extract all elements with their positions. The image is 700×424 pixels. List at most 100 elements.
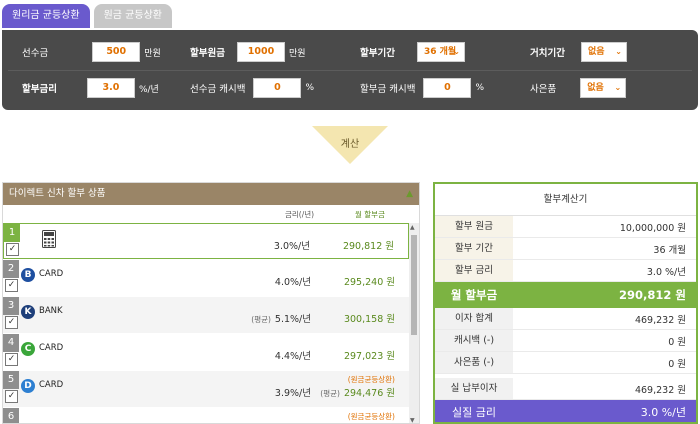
table-row[interactable]: 3 ✓ K BANK (평균) 5.1%/년 300,158 원 [3, 297, 409, 333]
col-monthly-header: 월 할부금 [355, 210, 385, 219]
row-monthly: 297,023 원 [343, 351, 395, 362]
row-monthly: 290,812 원 [342, 241, 394, 252]
summary-row: 이자 합계 469,232 원 [435, 308, 696, 330]
row-checkbox[interactable]: ✓ [5, 316, 18, 329]
row-monthly: 295,240 원 [343, 277, 395, 288]
summary-label: 이자 합계 [435, 308, 513, 329]
advance-cashback-input[interactable]: 0 [253, 78, 302, 98]
summary-title: 할부계산기 [435, 184, 696, 216]
row-number: 2 [3, 260, 19, 278]
row-checkbox[interactable]: ✓ [5, 279, 18, 292]
calculate-label: 계산 [340, 139, 360, 150]
chevron-down-icon: ⌄ [614, 83, 622, 92]
summary-row: 캐시백 (-) 0 원 [435, 330, 696, 352]
summary-row: 사은품 (-) 0 원 [435, 352, 696, 374]
summary-value: 3.0 %/년 [646, 266, 686, 278]
bank-logo-icon: K [21, 305, 35, 319]
row-number: 1 [4, 224, 20, 242]
summary-label: 할부 기간 [435, 238, 513, 259]
chevron-down-icon: ⌄ [453, 47, 460, 56]
row-number: 4 [3, 334, 19, 352]
gift-value: 없음 [587, 83, 604, 93]
principal-input[interactable]: 1000 [236, 42, 285, 62]
summary-label: 실 납부이자 [435, 378, 513, 399]
summary-value: 469,232 원 [634, 384, 686, 396]
advance-cashback-label: 선수금 캐시백 [190, 84, 246, 95]
row-rate: 3.9%/년 [274, 388, 311, 399]
grace-select[interactable]: 없음 ⌄ [580, 42, 627, 62]
row-avg-note: (평균) [251, 315, 271, 324]
summary-row: 할부 금리 3.0 %/년 [435, 260, 696, 282]
summary-label: 캐시백 (-) [435, 330, 513, 351]
row-monthly-value: 294,476 원 [343, 388, 395, 399]
input-panel: 선수금 500 만원 할부원금 1000 만원 할부기간 36 개월 ⌄ 거치기간… [2, 30, 698, 110]
row-name: CARD [39, 269, 64, 279]
summary-value: 10,000,000 원 [619, 222, 686, 234]
row-number: 5 [3, 371, 19, 389]
table-row[interactable]: 2 ✓ B CARD 4.0%/년 295,240 원 [3, 260, 409, 296]
principal-label: 할부원금 [190, 48, 225, 59]
summary-value: 0 원 [668, 358, 686, 370]
table-row[interactable]: 4 ✓ C CARD 4.4%/년 297,023 원 [3, 334, 409, 370]
rate-unit: %/년 [138, 84, 159, 95]
calculate-button[interactable]: 계산 [312, 126, 388, 164]
tab-equal-principal[interactable]: 원금 균등상환 [93, 4, 172, 28]
real-rate-value: 3.0 %/년 [640, 406, 686, 419]
chevron-down-icon: ⌄ [615, 47, 622, 56]
calculator-summary: 할부계산기 할부 원금 10,000,000 원 할부 기간 36 개월 할부 금리… [433, 182, 698, 424]
row-monthly: (평균) 294,476 원 [320, 385, 395, 399]
summary-value: 0 원 [668, 336, 686, 348]
summary-row: 할부 기간 36 개월 [435, 238, 696, 260]
table-row[interactable]: 5 ✓ D CARD 3.9%/년 (원금균등상환) (평균) 294,476 원 [3, 371, 409, 407]
calculator-icon [42, 230, 56, 248]
advance-input[interactable]: 500 [92, 42, 141, 62]
summary-label: 사은품 (-) [435, 352, 513, 373]
row-name: CARD [39, 343, 64, 353]
summary-row: 실 납부이자 469,232 원 [435, 378, 696, 400]
row-checkbox[interactable]: ✓ [5, 390, 18, 403]
installment-cashback-unit: % [475, 83, 485, 93]
product-list-header: 다이렉트 신차 할부 상품 ▲ [3, 183, 419, 205]
row-number: 3 [3, 297, 19, 315]
row-checkbox[interactable]: ✓ [5, 353, 18, 366]
row-name: BANK [39, 306, 63, 316]
product-list-title: 다이렉트 신차 할부 상품 [9, 188, 106, 199]
tab-equal-payment[interactable]: 원리금 균등상환 [2, 4, 90, 28]
monthly-payment-label: 월 할부금 [450, 288, 498, 302]
summary-value: 469,232 원 [634, 314, 686, 326]
monthly-payment-row: 월 할부금 290,812 원 [435, 282, 696, 308]
gift-select[interactable]: 없음 ⌄ [580, 78, 627, 98]
row-note: (원금균등상환) [347, 412, 395, 421]
scroll-up-icon[interactable]: ▲ [410, 224, 415, 231]
table-row[interactable]: 6 (원금균등상환) [3, 408, 409, 423]
summary-value: 36 개월 [653, 244, 686, 256]
rate-label: 할부금리 [22, 84, 57, 95]
scroll-thumb[interactable] [411, 235, 417, 335]
scroll-down-icon[interactable]: ▼ [410, 417, 415, 423]
row-checkbox[interactable]: ✓ [6, 243, 19, 256]
monthly-payment-value: 290,812 원 [619, 288, 686, 302]
row-rate: 4.4%/년 [274, 351, 311, 362]
bank-logo-icon: C [21, 342, 35, 356]
installment-cashback-input[interactable]: 0 [423, 78, 472, 98]
period-value: 36 개월 [423, 47, 457, 57]
advance-label: 선수금 [22, 48, 49, 59]
advance-unit: 만원 [144, 48, 161, 59]
product-list: 다이렉트 신차 할부 상품 ▲ 금리(/년) 월 할부금 1 ✓ 3.0%/년 … [2, 182, 420, 424]
summary-label: 할부 원금 [435, 216, 513, 237]
row-rate-value: 5.1%/년 [274, 314, 311, 325]
rate-input[interactable]: 3.0 [86, 78, 135, 98]
summary-row: 할부 원금 10,000,000 원 [435, 216, 696, 238]
table-row[interactable]: 1 ✓ 3.0%/년 290,812 원 [3, 223, 409, 259]
chevron-up-icon[interactable]: ▲ [406, 183, 413, 205]
installment-cashback-label: 할부금 캐시백 [360, 84, 416, 95]
row-number: 6 [3, 408, 19, 423]
period-label: 할부기간 [360, 48, 395, 59]
bank-logo-icon: D [21, 379, 35, 393]
row-rate: 4.0%/년 [274, 277, 311, 288]
period-select[interactable]: 36 개월 ⌄ [416, 42, 465, 62]
principal-unit: 만원 [288, 48, 306, 59]
list-scrollbar[interactable]: ▲ ▼ [409, 223, 419, 423]
summary-label: 할부 금리 [435, 260, 513, 281]
grace-value: 없음 [587, 47, 605, 57]
